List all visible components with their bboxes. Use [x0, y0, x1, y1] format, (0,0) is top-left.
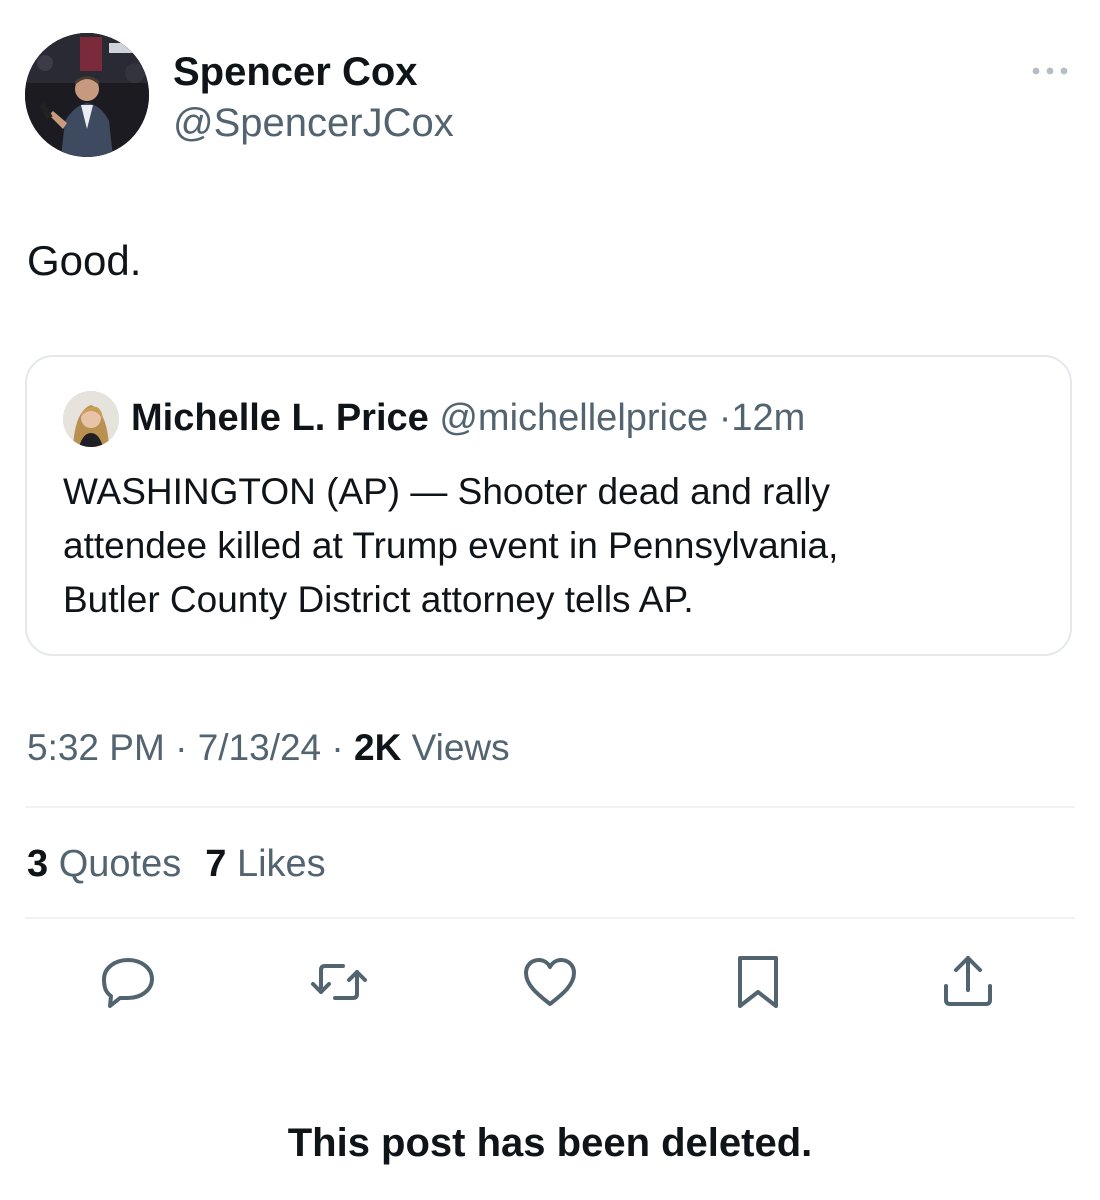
- bookmark-icon: [738, 956, 778, 1008]
- quoted-post-header: Michelle L. Price @michellelprice ·12m: [131, 395, 805, 441]
- quoted-post-text: WASHINGTON (AP) — Shooter dead and rally…: [63, 465, 1053, 627]
- quoted-text-line: WASHINGTON (AP) — Shooter dead and rally: [63, 471, 830, 512]
- quoted-post-age[interactable]: 12m: [731, 397, 805, 439]
- deleted-notice: This post has been deleted.: [287, 1121, 813, 1165]
- author-avatar[interactable]: [25, 33, 149, 157]
- reply-button[interactable]: [98, 952, 158, 1012]
- like-icon: [524, 958, 576, 1006]
- bookmark-button[interactable]: [728, 952, 788, 1012]
- likes-count: 7: [205, 843, 227, 885]
- quoted-text-line: Butler County District attorney tells AP…: [63, 579, 694, 620]
- engagement-stats: 3 Quotes 7 Likes: [27, 840, 350, 888]
- quotes-stat[interactable]: 3 Quotes: [27, 843, 181, 885]
- quotes-label: Quotes: [58, 843, 182, 885]
- quotes-count: 3: [27, 843, 49, 885]
- divider: [25, 917, 1075, 919]
- views-label: Views: [411, 727, 510, 768]
- quoted-author-name[interactable]: Michelle L. Price: [131, 397, 429, 439]
- views-count: 2K: [354, 727, 402, 768]
- quoted-post[interactable]: Michelle L. Price @michellelprice ·12m W…: [25, 355, 1072, 656]
- quoted-text-line: attendee killed at Trump event in Pennsy…: [63, 525, 839, 566]
- likes-stat[interactable]: 7 Likes: [205, 843, 325, 885]
- repost-icon: [311, 964, 367, 1000]
- meta-separator: ·: [175, 727, 188, 768]
- post-time[interactable]: 5:32 PM: [27, 727, 165, 768]
- repost-button[interactable]: [309, 952, 369, 1012]
- meta-separator: ·: [331, 727, 344, 768]
- more-options-icon[interactable]: [1028, 58, 1072, 84]
- post-meta: 5:32 PM · 7/13/24 · 2K Views: [27, 724, 510, 772]
- share-icon: [944, 956, 992, 1006]
- author-display-name[interactable]: Spencer Cox: [173, 48, 418, 96]
- author-handle[interactable]: @SpencerJCox: [173, 99, 454, 147]
- post-text: Good.: [27, 237, 142, 284]
- quoted-author-handle[interactable]: @michellelprice: [439, 397, 708, 439]
- like-button[interactable]: [520, 952, 580, 1012]
- quoted-author-avatar[interactable]: [63, 391, 119, 447]
- divider: [25, 806, 1075, 808]
- quoted-separator: ·: [718, 397, 732, 439]
- likes-label: Likes: [236, 843, 326, 885]
- reply-icon: [102, 958, 154, 1008]
- share-button[interactable]: [938, 952, 998, 1012]
- post-date[interactable]: 7/13/24: [198, 727, 321, 768]
